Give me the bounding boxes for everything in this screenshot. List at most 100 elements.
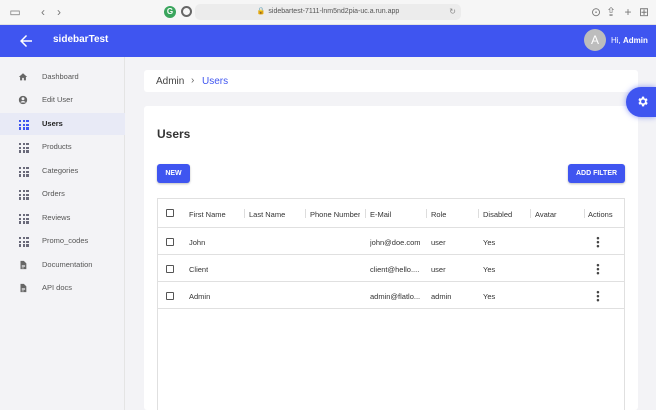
grid-icon bbox=[19, 214, 29, 224]
cell-disabled: Yes bbox=[483, 238, 496, 247]
breadcrumb-root[interactable]: Admin bbox=[156, 76, 184, 87]
grid-icon bbox=[19, 120, 29, 130]
sidebar-item-label: Documentation bbox=[42, 260, 93, 269]
table-row[interactable]: Client client@hello.... user Yes • • • bbox=[158, 255, 624, 282]
document-icon bbox=[18, 283, 28, 293]
row-checkbox[interactable] bbox=[166, 265, 174, 273]
lock-icon: 🔒 bbox=[256, 8, 266, 15]
sidebar-item-reviews[interactable]: Reviews bbox=[0, 207, 125, 229]
url-text: sidebartest-7111-lnm5nd2pia-uc.a.run.app bbox=[268, 8, 400, 15]
more-vert-icon[interactable]: • • • bbox=[596, 261, 600, 278]
reload-icon[interactable]: ↻ bbox=[449, 4, 456, 20]
cell-role: user bbox=[431, 238, 446, 247]
column-divider bbox=[530, 209, 531, 218]
table-row[interactable]: Admin admin@flatlo... admin Yes • • • bbox=[158, 282, 624, 309]
grid-icon bbox=[19, 190, 29, 200]
column-header-role[interactable]: Role bbox=[431, 210, 446, 219]
document-icon bbox=[18, 260, 28, 270]
sidebar-item-documentation[interactable]: Documentation bbox=[0, 254, 125, 276]
breadcrumb-current[interactable]: Users bbox=[202, 76, 228, 87]
settings-fab[interactable] bbox=[626, 87, 656, 117]
app-title: sidebarTest bbox=[53, 34, 109, 45]
column-header-disabled[interactable]: Disabled bbox=[483, 210, 512, 219]
users-panel: Users NEW ADD FILTER First Name Last Nam… bbox=[144, 106, 638, 410]
add-filter-button[interactable]: ADD FILTER bbox=[568, 164, 625, 183]
breadcrumb-separator: › bbox=[191, 75, 195, 86]
sidebar-item-categories[interactable]: Categories bbox=[0, 160, 125, 182]
cell-email: admin@flatlo... bbox=[370, 292, 421, 301]
tab-overview-icon[interactable]: ⊞ bbox=[637, 5, 651, 19]
home-icon bbox=[18, 72, 28, 82]
app-bar: sidebarTest A Hi, Admin bbox=[0, 25, 656, 57]
column-divider bbox=[584, 209, 585, 218]
sidebar-item-label: Orders bbox=[42, 189, 65, 198]
sidebar-item-orders[interactable]: Orders bbox=[0, 183, 125, 205]
cell-role: user bbox=[431, 265, 446, 274]
row-checkbox[interactable] bbox=[166, 292, 174, 300]
sidebar-item-label: Promo_codes bbox=[42, 236, 89, 245]
column-header-actions: Actions bbox=[588, 210, 613, 219]
browser-toolbar: ▭ ‹ › G 🔒 sidebartest-7111-lnm5nd2pia-uc.… bbox=[0, 0, 656, 25]
sidebar-item-label: Reviews bbox=[42, 213, 71, 222]
cell-email: client@hello.... bbox=[370, 265, 420, 274]
extension-grammarly-icon[interactable]: G bbox=[164, 6, 176, 18]
select-all-checkbox[interactable] bbox=[166, 209, 174, 217]
new-button[interactable]: NEW bbox=[157, 164, 190, 183]
user-name: Admin bbox=[623, 36, 648, 45]
cell-first-name: Client bbox=[189, 265, 209, 274]
sidebar: Dashboard Edit User Users Products Categ… bbox=[0, 57, 125, 410]
sidebar-item-label: Products bbox=[42, 142, 72, 151]
cell-first-name: Admin bbox=[189, 292, 211, 301]
cell-role: admin bbox=[431, 292, 452, 301]
download-icon[interactable]: ⊙ bbox=[589, 5, 603, 19]
grid-icon bbox=[19, 143, 29, 153]
sidebar-item-label: Categories bbox=[42, 166, 79, 175]
cell-first-name: John bbox=[189, 238, 206, 247]
users-table: First Name Last Name Phone Number E-Mail… bbox=[157, 198, 625, 410]
grid-icon bbox=[19, 237, 29, 247]
extension-shield-icon[interactable] bbox=[181, 6, 192, 17]
row-checkbox[interactable] bbox=[166, 238, 174, 246]
new-tab-icon[interactable]: + bbox=[621, 5, 635, 19]
arrow-back-icon[interactable] bbox=[17, 32, 35, 50]
sidebar-item-label: Dashboard bbox=[42, 72, 79, 81]
table-header: First Name Last Name Phone Number E-Mail… bbox=[158, 199, 624, 228]
gear-icon bbox=[636, 95, 649, 108]
column-header-last-name[interactable]: Last Name bbox=[249, 210, 285, 219]
breadcrumb: Admin › Users bbox=[144, 70, 638, 92]
sidebar-item-users[interactable]: Users bbox=[0, 113, 125, 135]
sidebar-item-dashboard[interactable]: Dashboard bbox=[0, 66, 125, 88]
address-bar[interactable]: 🔒 sidebartest-7111-lnm5nd2pia-uc.a.run.ap… bbox=[195, 4, 461, 20]
sidebar-item-api-docs[interactable]: API docs bbox=[0, 277, 125, 299]
column-divider bbox=[365, 209, 366, 218]
sidebar-item-promo-codes[interactable]: Promo_codes bbox=[0, 230, 125, 252]
cell-disabled: Yes bbox=[483, 265, 496, 274]
user-greeting[interactable]: Hi, Admin bbox=[611, 36, 648, 45]
greeting-prefix: Hi, bbox=[611, 36, 621, 45]
column-header-first-name[interactable]: First Name bbox=[189, 210, 226, 219]
sidebar-item-label: API docs bbox=[42, 283, 73, 292]
sidebar-item-products[interactable]: Products bbox=[0, 136, 125, 158]
sidebar-item-label: Edit User bbox=[42, 95, 73, 104]
column-header-email[interactable]: E-Mail bbox=[370, 210, 391, 219]
cell-email: john@doe.com bbox=[370, 238, 421, 247]
column-header-avatar[interactable]: Avatar bbox=[535, 210, 557, 219]
sidebar-item-edit-user[interactable]: Edit User bbox=[0, 89, 125, 111]
page-title: Users bbox=[157, 127, 191, 141]
grid-icon bbox=[19, 167, 29, 177]
column-divider bbox=[305, 209, 306, 218]
sidebar-item-label: Users bbox=[42, 119, 63, 128]
sidebar-toggle-icon[interactable]: ▭ bbox=[8, 5, 22, 19]
column-divider bbox=[478, 209, 479, 218]
share-icon[interactable]: ⇪ bbox=[604, 5, 618, 19]
more-vert-icon[interactable]: • • • bbox=[596, 234, 600, 251]
avatar[interactable]: A bbox=[584, 29, 606, 51]
cell-disabled: Yes bbox=[483, 292, 496, 301]
back-icon[interactable]: ‹ bbox=[36, 5, 50, 19]
table-row[interactable]: John john@doe.com user Yes • • • bbox=[158, 228, 624, 255]
more-vert-icon[interactable]: • • • bbox=[596, 288, 600, 305]
column-divider bbox=[426, 209, 427, 218]
column-divider bbox=[244, 209, 245, 218]
column-header-phone-number[interactable]: Phone Number bbox=[310, 210, 360, 219]
forward-icon[interactable]: › bbox=[52, 5, 66, 19]
